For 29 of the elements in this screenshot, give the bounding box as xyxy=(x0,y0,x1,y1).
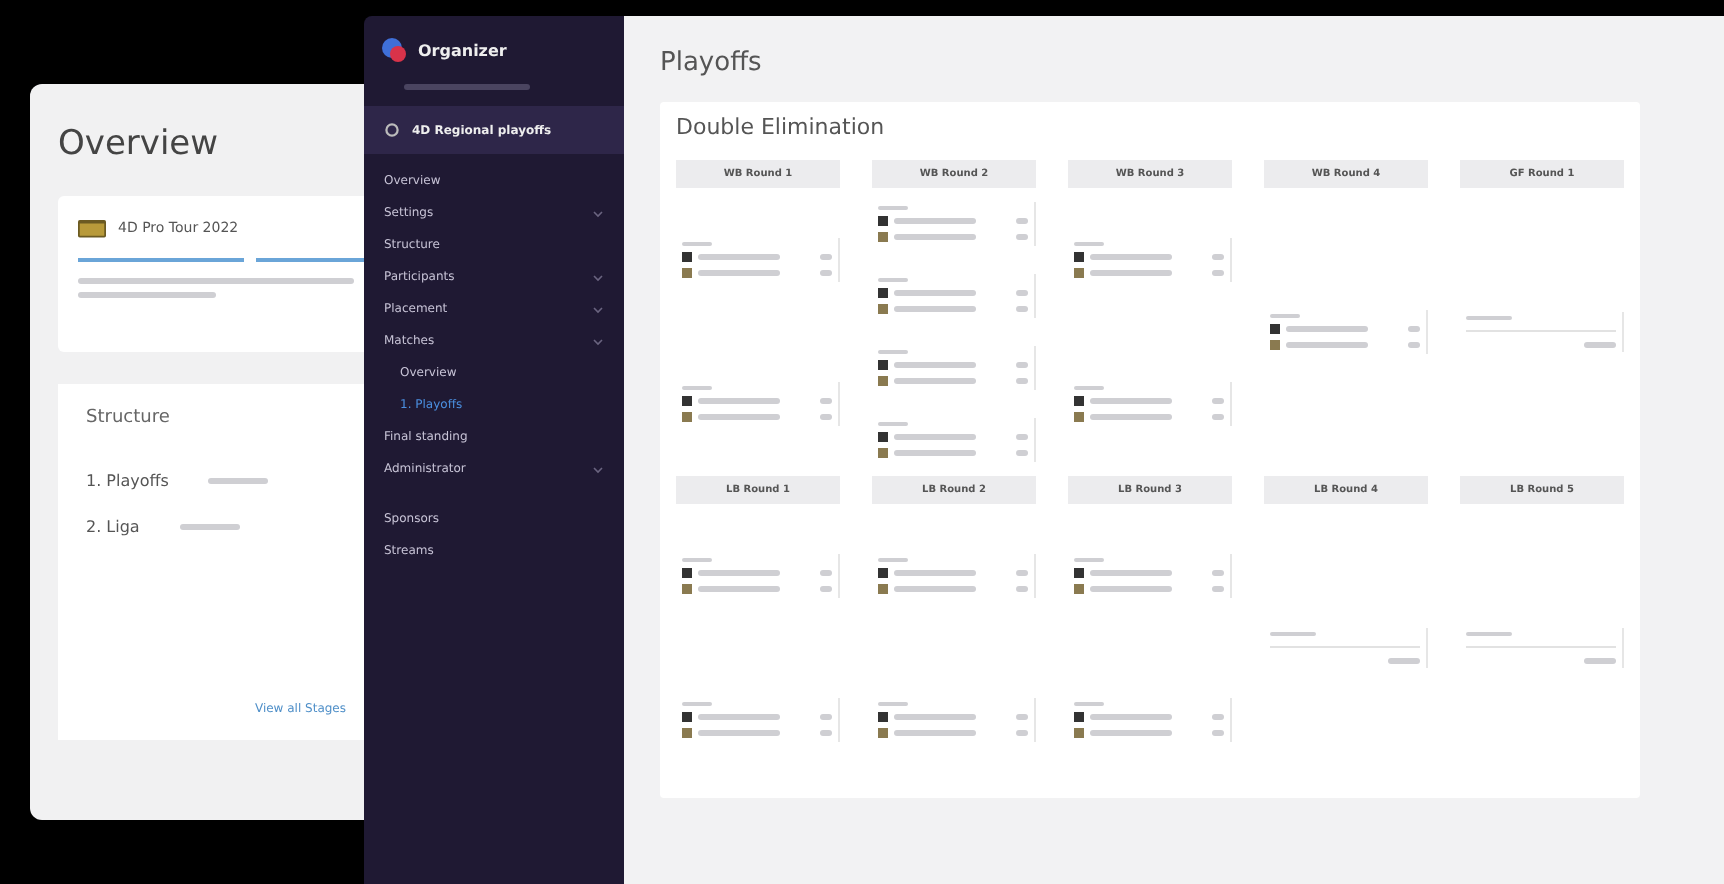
chevron-icon xyxy=(592,463,604,475)
match-card[interactable] xyxy=(872,346,1036,390)
match-card[interactable] xyxy=(1068,238,1232,282)
match-card[interactable] xyxy=(872,418,1036,462)
match-card[interactable] xyxy=(1068,554,1232,598)
card-title: Overview xyxy=(58,124,219,164)
match-card[interactable] xyxy=(676,382,840,426)
match-card[interactable] xyxy=(872,554,1036,598)
page-title: Playoffs xyxy=(660,48,764,78)
match-card[interactable] xyxy=(872,202,1036,246)
chevron-icon xyxy=(592,271,604,283)
match-card[interactable] xyxy=(872,274,1036,318)
chevron-icon xyxy=(592,335,604,347)
stage-name[interactable]: 2. Liga xyxy=(86,518,140,536)
match-card[interactable] xyxy=(1068,382,1232,426)
chevron-icon xyxy=(592,207,604,219)
panel-title: Double Elimination xyxy=(676,114,887,140)
match-card[interactable] xyxy=(676,554,840,598)
brand-name: Organizer xyxy=(418,41,507,59)
card-title: Structure xyxy=(86,408,172,428)
chevron-icon xyxy=(592,303,604,315)
logo-icon xyxy=(380,36,408,64)
match-card[interactable] xyxy=(872,698,1036,742)
stage-name[interactable]: 1. Playoffs xyxy=(86,472,169,490)
folder-icon xyxy=(78,216,106,238)
match-card[interactable] xyxy=(1068,698,1232,742)
match-card[interactable] xyxy=(676,698,840,742)
match-card[interactable] xyxy=(1264,310,1428,354)
match-card[interactable] xyxy=(676,238,840,282)
